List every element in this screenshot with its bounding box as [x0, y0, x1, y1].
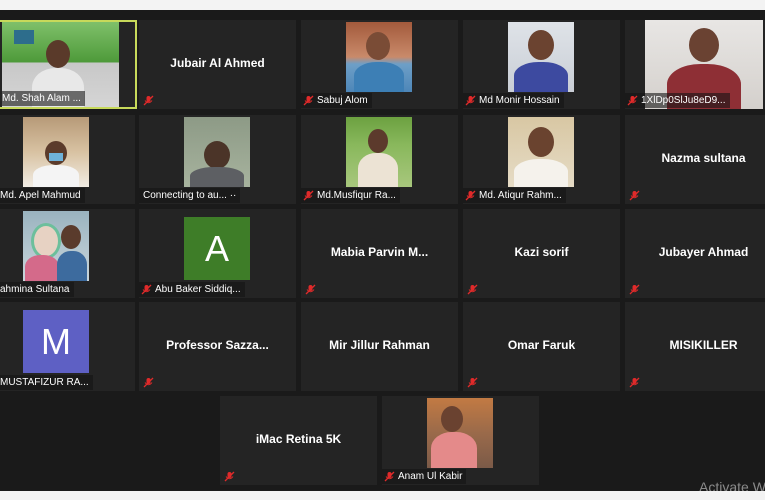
participant-tile-abu-baker[interactable]: A Abu Baker Siddiq...	[139, 209, 296, 298]
participant-name: Omar Faruk	[507, 338, 576, 352]
participant-name-label: Abu Baker Siddiq...	[139, 282, 245, 297]
participant-tile-nazma[interactable]: Nazma sultana	[625, 115, 765, 204]
participant-tile-atiqur[interactable]: Md. Atiqur Rahm...	[463, 115, 620, 204]
participant-name-label: 1XlDp0SlJu8eD9...	[625, 93, 730, 108]
participant-name: Anam Ul Kabir	[398, 471, 463, 482]
participant-name: Mabia Parvin M...	[330, 245, 429, 259]
mic-muted-icon	[143, 377, 154, 388]
mic-muted-icon	[384, 471, 395, 482]
participant-name: Md. Shah Alam ...	[2, 93, 81, 104]
participant-tile-monir[interactable]: Md Monir Hossain	[463, 20, 620, 109]
participant-video	[346, 22, 412, 92]
participant-video	[427, 398, 493, 468]
mic-muted-icon	[224, 471, 235, 482]
mic-muted-icon	[143, 95, 154, 106]
participant-name: Md Monir Hossain	[479, 95, 560, 106]
top-bar	[0, 0, 765, 10]
participant-video	[23, 117, 89, 187]
participant-name-label: ahmina Sultana	[0, 282, 74, 297]
participant-name: Nazma sultana	[661, 151, 746, 165]
mic-muted-icon	[467, 377, 478, 388]
participant-name-label: Md. Shah Alam ...	[2, 91, 85, 106]
participant-name-label: Md.Musfiqur Ra...	[301, 188, 400, 203]
participant-tile-anam[interactable]: Anam Ul Kabir	[382, 396, 539, 485]
participant-name: Professor Sazza...	[166, 338, 269, 352]
mic-muted-icon	[629, 284, 640, 295]
participant-video	[508, 117, 574, 187]
participant-video	[23, 211, 89, 281]
participant-name: MUSTAFIZUR RA...	[0, 377, 89, 388]
participant-tile-jubayer[interactable]: Jubayer Ahmad	[625, 209, 765, 298]
participant-tile-1xldp[interactable]: 1XlDp0SlJu8eD9...	[625, 20, 765, 109]
participant-tile-sazza[interactable]: Professor Sazza...	[139, 302, 296, 391]
participant-name: Mir Jillur Rahman	[329, 338, 430, 352]
participant-name: Jubair Al Ahmed	[170, 56, 265, 70]
mic-muted-icon	[305, 284, 316, 295]
participant-name: Abu Baker Siddiq...	[155, 284, 241, 295]
participant-name: Sabuj Alom	[317, 95, 368, 106]
participant-tile-tahmina[interactable]: ahmina Sultana	[0, 209, 135, 298]
participant-tile-shah-alam[interactable]: Md. Shah Alam ...	[0, 20, 137, 109]
participant-video	[184, 117, 250, 187]
mic-muted-icon	[465, 190, 476, 201]
participant-tile-sabuj[interactable]: Sabuj Alom	[301, 20, 458, 109]
participant-tile-imac[interactable]: iMac Retina 5K	[220, 396, 377, 485]
mic-muted-icon	[629, 377, 640, 388]
mic-muted-icon	[465, 95, 476, 106]
mic-muted-icon	[629, 190, 640, 201]
participant-name-label: Md. Atiqur Rahm...	[463, 188, 566, 203]
avatar: A	[184, 217, 250, 280]
participant-name-label: Connecting to au... ··	[139, 188, 241, 203]
participant-video	[346, 117, 412, 187]
participant-video	[508, 22, 574, 92]
participant-name: Md. Atiqur Rahm...	[479, 190, 562, 201]
participant-tile-misikiller[interactable]: MISIKILLER	[625, 302, 765, 391]
mic-muted-icon	[303, 190, 314, 201]
participant-tile-jillur[interactable]: Mir Jillur Rahman	[301, 302, 458, 391]
participant-name: Jubayer Ahmad	[658, 245, 749, 259]
participant-name-label: Md. Apel Mahmud	[0, 188, 85, 203]
participant-name: MISIKILLER	[669, 338, 738, 352]
participant-name: Md.Musfiqur Ra...	[317, 190, 396, 201]
bottom-bar	[0, 491, 765, 500]
participant-tile-mustafizur[interactable]: M MUSTAFIZUR RA...	[0, 302, 135, 391]
avatar: M	[23, 310, 89, 373]
participant-name: 1XlDp0SlJu8eD9...	[641, 95, 726, 106]
participant-name: iMac Retina 5K	[255, 432, 342, 446]
mic-muted-icon	[303, 95, 314, 106]
mic-muted-icon	[627, 95, 638, 106]
participant-name-label: Md Monir Hossain	[463, 93, 564, 108]
participant-tile-connecting[interactable]: Connecting to au... ··	[139, 115, 296, 204]
participant-tile-jubair[interactable]: Jubair Al Ahmed	[139, 20, 296, 109]
participant-name: Md. Apel Mahmud	[0, 190, 81, 201]
participant-name-label: MUSTAFIZUR RA...	[0, 375, 93, 390]
participant-name: Connecting to au... ··	[143, 190, 237, 201]
mic-muted-icon	[467, 284, 478, 295]
participant-tile-omar[interactable]: Omar Faruk	[463, 302, 620, 391]
gallery-view: Md. Shah Alam ... Jubair Al Ahmed Sabuj …	[0, 10, 765, 491]
participant-tile-mabia[interactable]: Mabia Parvin M...	[301, 209, 458, 298]
mic-muted-icon	[141, 284, 152, 295]
participant-name: ahmina Sultana	[0, 284, 70, 295]
participant-tile-musfiqur[interactable]: Md.Musfiqur Ra...	[301, 115, 458, 204]
participant-tile-kazi[interactable]: Kazi sorif	[463, 209, 620, 298]
participant-name-label: Sabuj Alom	[301, 93, 372, 108]
participant-name: Kazi sorif	[514, 245, 569, 259]
participant-name-label: Anam Ul Kabir	[382, 469, 467, 484]
participant-tile-apel[interactable]: Md. Apel Mahmud	[0, 115, 135, 204]
